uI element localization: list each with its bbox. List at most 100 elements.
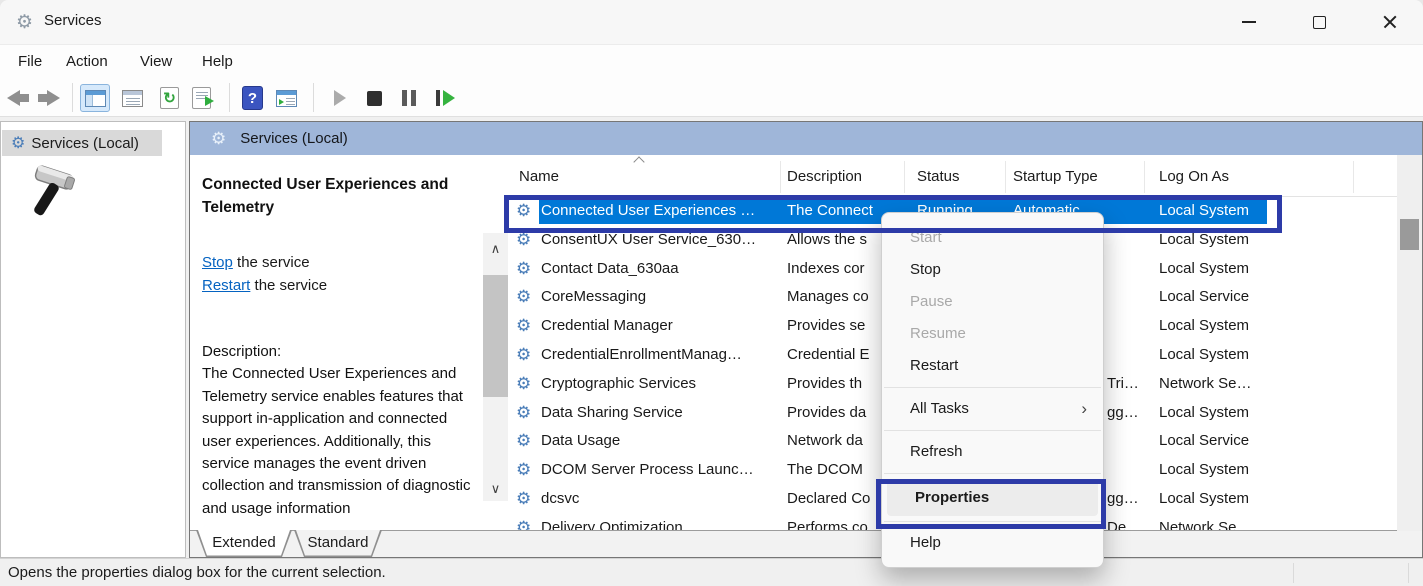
context-menu-item-all-tasks[interactable]: All Tasks›: [882, 393, 1103, 425]
minimize-icon: [1242, 21, 1256, 23]
cell-log-on-as: Local System: [1159, 197, 1319, 226]
view-tabs: Extended Standard: [190, 530, 1422, 557]
stop-service-rest: the service: [233, 254, 310, 271]
status-divider: [1408, 563, 1409, 583]
hammer-icon: [19, 162, 81, 229]
column-divider[interactable]: [780, 161, 781, 193]
stop-service-icon[interactable]: [367, 84, 382, 112]
column-divider[interactable]: [904, 161, 905, 193]
scrollbar-thumb[interactable]: [1400, 219, 1419, 250]
column-header-status[interactable]: Status: [917, 168, 960, 185]
description-text: The Connected User Experiences and Telem…: [202, 363, 480, 520]
service-gear-icon: ⚙: [516, 460, 531, 480]
list-scrollbar[interactable]: [1397, 155, 1422, 531]
panel-header-label: Services (Local): [240, 130, 348, 147]
context-menu-item-help[interactable]: Help: [882, 527, 1103, 559]
service-description: Description: The Connected User Experien…: [202, 341, 480, 530]
menu-file[interactable]: File: [12, 51, 48, 72]
cell-log-on-as: Local System: [1159, 456, 1319, 485]
panel-header: ⚙ Services (Local): [190, 122, 1422, 155]
cell-log-on-as: Local System: [1159, 341, 1319, 370]
extended-pane: Connected User Experiences and Telemetry…: [190, 155, 483, 530]
cell-name: dcsvc: [541, 485, 779, 514]
service-gear-icon: ⚙: [516, 259, 531, 279]
app-gear-icon: ⚙: [16, 11, 33, 34]
service-gear-icon: ⚙: [516, 201, 531, 221]
cell-log-on-as: Local System: [1159, 399, 1319, 428]
context-menu: StartStopPauseResumeRestart All Tasks› Ref…: [881, 212, 1104, 568]
cell-name: Connected User Experiences …: [541, 197, 779, 226]
column-header-logon[interactable]: Log On As: [1159, 168, 1229, 185]
cell-name: DCOM Server Process Launc…: [541, 456, 779, 485]
context-menu-item-stop[interactable]: Stop: [882, 254, 1103, 286]
service-links: Stop the service Restart the service: [202, 251, 327, 297]
properties-window-icon[interactable]: [122, 84, 143, 112]
services-window: ⚙ Services File Action View Help ↻ ?: [0, 0, 1423, 586]
service-gear-icon: ⚙: [516, 489, 531, 509]
menu-separator: [884, 473, 1101, 474]
sidebar-item-services-local[interactable]: ⚙ Services (Local): [2, 130, 162, 156]
scroll-up-icon[interactable]: ∧: [483, 239, 508, 259]
context-menu-item-resume[interactable]: Resume: [882, 318, 1103, 350]
refresh-icon[interactable]: ↻: [160, 84, 179, 112]
close-icon: [1382, 14, 1398, 30]
restart-service-rest: the service: [250, 277, 327, 294]
stop-service-line: Stop the service: [202, 251, 327, 274]
service-gear-icon: ⚙: [516, 316, 531, 336]
toolbar-separator: [229, 83, 230, 112]
cell-name: Credential Manager: [541, 312, 779, 341]
cell-log-on-as: Local Service: [1159, 283, 1319, 312]
column-header-name[interactable]: Name: [519, 168, 559, 185]
context-menu-item-properties[interactable]: Properties: [887, 480, 1098, 516]
menu-help[interactable]: Help: [196, 51, 239, 72]
toolbar: ↻ ?: [0, 79, 1423, 117]
export-list-icon[interactable]: [192, 84, 211, 112]
status-text: Opens the properties dialog box for the …: [8, 559, 386, 586]
maximize-icon: [1313, 16, 1326, 29]
list-header: Name Description Status Startup Type Log…: [509, 155, 1398, 197]
cell-log-on-as: Network Se…: [1159, 370, 1319, 399]
menu-separator: [884, 430, 1101, 431]
column-divider[interactable]: [1144, 161, 1145, 193]
maximize-button[interactable]: [1303, 7, 1335, 37]
menu-separator: [884, 521, 1101, 522]
context-menu-item-refresh[interactable]: Refresh: [882, 436, 1103, 468]
back-icon[interactable]: [7, 84, 29, 112]
description-scrollbar[interactable]: ∧ ∨: [483, 233, 508, 501]
context-menu-item-start[interactable]: Start: [882, 222, 1103, 254]
cell-name: CoreMessaging: [541, 283, 779, 312]
panel-gear-icon: ⚙: [211, 129, 226, 149]
restart-service-icon[interactable]: [436, 84, 455, 112]
selected-service-title: Connected User Experiences and Telemetry: [202, 173, 480, 219]
cell-startup-fragment: gg…: [1107, 399, 1157, 428]
status-bar: Opens the properties dialog box for the …: [0, 558, 1423, 586]
column-header-description[interactable]: Description: [787, 168, 862, 185]
forward-icon[interactable]: [38, 84, 60, 112]
help-icon[interactable]: ?: [242, 84, 263, 112]
toolbar-separator: [72, 83, 73, 112]
menu-view[interactable]: View: [134, 51, 178, 72]
column-divider[interactable]: [1005, 161, 1006, 193]
scroll-down-icon[interactable]: ∨: [483, 479, 508, 499]
context-menu-item-pause[interactable]: Pause: [882, 286, 1103, 318]
show-console-tree-icon[interactable]: [80, 84, 110, 112]
tab-standard-label: Standard: [294, 530, 382, 557]
context-menu-item-restart[interactable]: Restart: [882, 350, 1103, 382]
column-divider[interactable]: [1353, 161, 1354, 193]
restart-service-line: Restart the service: [202, 274, 327, 297]
cell-startup-fragment: Tri…: [1107, 370, 1157, 399]
stop-service-link[interactable]: Stop: [202, 254, 233, 271]
minimize-button[interactable]: [1233, 7, 1265, 37]
tab-extended[interactable]: Extended: [196, 530, 292, 557]
show-action-pane-icon[interactable]: [276, 84, 297, 112]
tab-standard[interactable]: Standard: [294, 530, 382, 557]
restart-service-link[interactable]: Restart: [202, 277, 250, 294]
scrollbar-thumb[interactable]: [483, 275, 508, 397]
start-service-icon[interactable]: [334, 84, 346, 112]
pause-service-icon[interactable]: [402, 84, 416, 112]
close-button[interactable]: [1374, 7, 1406, 37]
cell-name: Cryptographic Services: [541, 370, 779, 399]
column-header-startup[interactable]: Startup Type: [1013, 168, 1098, 185]
menu-action[interactable]: Action: [60, 51, 114, 72]
service-gear-icon: ⚙: [516, 403, 531, 423]
